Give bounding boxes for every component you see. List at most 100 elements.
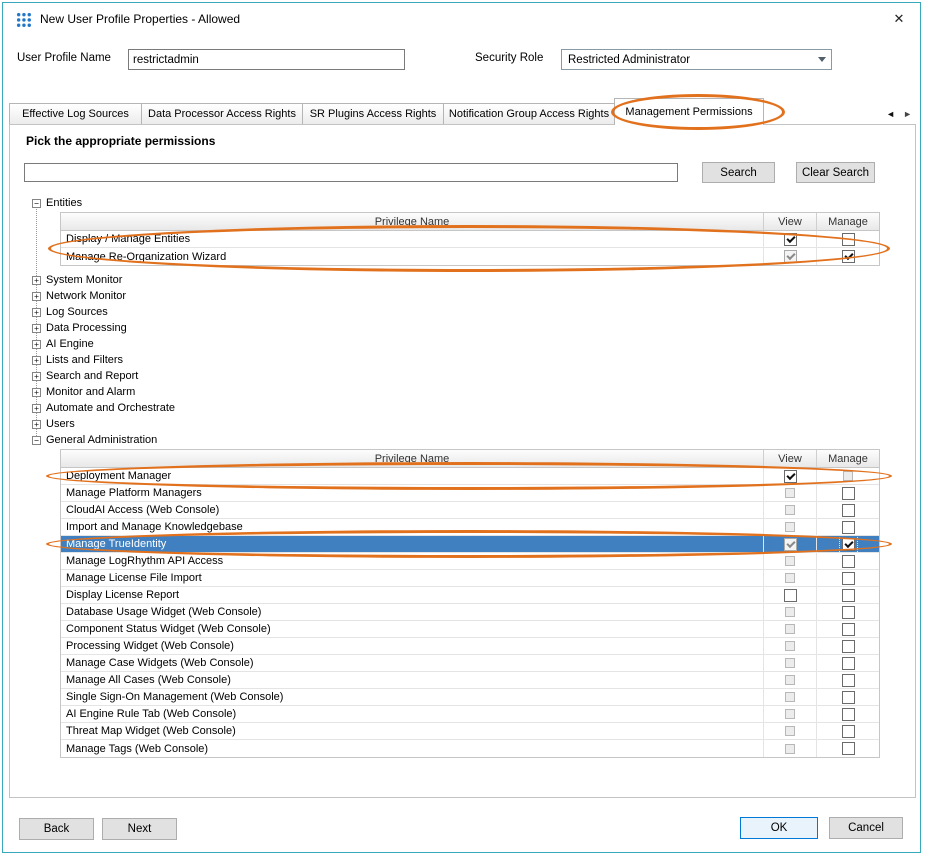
expand-icon[interactable]: +	[32, 420, 41, 429]
view-cell	[763, 231, 816, 247]
view-checkbox-disabled	[785, 658, 795, 668]
tab-scroll: ◄ ►	[886, 103, 916, 124]
privilege-row[interactable]: Display / Manage Entities	[61, 231, 879, 248]
user-profile-name-input[interactable]	[128, 49, 405, 70]
privilege-row[interactable]: Manage License File Import	[61, 570, 879, 587]
manage-checkbox-unchecked[interactable]	[842, 606, 855, 619]
tree-node-entities[interactable]: −Entities	[26, 195, 902, 211]
manage-checkbox-unchecked[interactable]	[842, 623, 855, 636]
expand-icon[interactable]: +	[32, 388, 41, 397]
manage-checkbox-unchecked[interactable]	[842, 504, 855, 517]
tree-node-log-sources[interactable]: + Log Sources	[26, 304, 902, 320]
collapse-icon[interactable]: −	[32, 199, 41, 208]
tree-node-users[interactable]: +Users	[26, 416, 902, 432]
privilege-row[interactable]: Manage LogRhythm API Access	[61, 553, 879, 570]
privilege-table-header: Privilege NameViewManage	[61, 450, 879, 468]
privilege-row[interactable]: CloudAI Access (Web Console)	[61, 502, 879, 519]
privilege-name: Manage All Cases (Web Console)	[61, 672, 763, 688]
view-checkbox-checked[interactable]	[784, 470, 797, 483]
manage-checkbox-unchecked[interactable]	[842, 555, 855, 568]
tree-node-system-monitor[interactable]: +System Monitor	[26, 272, 902, 288]
tab-sr-plugins-access-rights[interactable]: SR Plugins Access Rights	[302, 103, 444, 124]
tab-scroll-left-icon[interactable]: ◄	[886, 109, 895, 119]
tab-management-permissions[interactable]: Management Permissions	[614, 98, 764, 125]
manage-checkbox-checked[interactable]	[842, 250, 855, 263]
tab-data-processor-access-rights[interactable]: Data Processor Access Rights	[141, 103, 303, 124]
privilege-row[interactable]: Manage TrueIdentity	[61, 536, 879, 553]
manage-checkbox-checked-focus[interactable]	[842, 538, 855, 551]
view-checkbox-disabled	[785, 522, 795, 532]
privilege-row[interactable]: Component Status Widget (Web Console)	[61, 621, 879, 638]
manage-cell	[816, 570, 879, 586]
view-checkbox-checked-disabled	[784, 250, 797, 263]
manage-checkbox-unchecked[interactable]	[842, 708, 855, 721]
privilege-row[interactable]: Manage Tags (Web Console)	[61, 740, 879, 757]
privilege-row[interactable]: Manage Platform Managers	[61, 485, 879, 502]
tab-scroll-right-icon[interactable]: ►	[903, 109, 912, 119]
expand-icon[interactable]: +	[32, 356, 41, 365]
expand-icon[interactable]: +	[32, 276, 41, 285]
tree-node-monitor-and-alarm[interactable]: + Monitor and Alarm	[26, 384, 902, 400]
tree-node-automate-and-orchestrate[interactable]: +Automate and Orchestrate	[26, 400, 902, 416]
permission-search-input[interactable]	[24, 163, 678, 182]
privilege-row[interactable]: Manage All Cases (Web Console)	[61, 672, 879, 689]
privilege-row[interactable]: Manage Case Widgets (Web Console)	[61, 655, 879, 672]
privilege-row[interactable]: AI Engine Rule Tab (Web Console)	[61, 706, 879, 723]
privilege-row[interactable]: Display License Report	[61, 587, 879, 604]
tree-node-label: Network Monitor	[46, 290, 126, 302]
manage-checkbox-unchecked[interactable]	[842, 572, 855, 585]
privilege-row[interactable]: Single Sign-On Management (Web Console)	[61, 689, 879, 706]
manage-checkbox-unchecked[interactable]	[842, 691, 855, 704]
view-checkbox-checked[interactable]	[784, 233, 797, 246]
expand-icon[interactable]: +	[32, 404, 41, 413]
security-role-dropdown[interactable]: Restricted Administrator	[561, 49, 832, 70]
tree-node-data-processing[interactable]: +Data Processing	[26, 320, 902, 336]
manage-checkbox-unchecked[interactable]	[842, 725, 855, 738]
expand-icon[interactable]: +	[32, 308, 41, 317]
privilege-row[interactable]: Processing Widget (Web Console)	[61, 638, 879, 655]
manage-checkbox-unchecked[interactable]	[842, 521, 855, 534]
expand-icon[interactable]: +	[32, 372, 41, 381]
manage-checkbox-unchecked[interactable]	[842, 487, 855, 500]
tree-node-search-and-report[interactable]: +Search and Report	[26, 368, 902, 384]
collapse-icon[interactable]: −	[32, 436, 41, 445]
manage-checkbox-unchecked[interactable]	[842, 742, 855, 755]
manage-checkbox-unchecked[interactable]	[842, 589, 855, 602]
clear-search-button[interactable]: Clear Search	[796, 162, 875, 183]
tab-notification-group-access-rights[interactable]: Notification Group Access Rights	[443, 103, 615, 124]
privilege-row[interactable]: Database Usage Widget (Web Console)	[61, 604, 879, 621]
search-button[interactable]: Search	[702, 162, 775, 183]
back-button[interactable]: Back	[19, 818, 94, 840]
manage-cell	[816, 689, 879, 705]
privilege-row[interactable]: Deployment Manager	[61, 468, 879, 485]
view-checkbox-unchecked[interactable]	[784, 589, 797, 602]
manage-cell	[816, 519, 879, 535]
general-admin-table: Privilege NameViewManageDeployment Manag…	[60, 449, 880, 758]
expand-icon[interactable]: +	[32, 324, 41, 333]
cancel-button[interactable]: Cancel	[829, 817, 903, 839]
view-checkbox-disabled	[785, 556, 795, 566]
next-button[interactable]: Next	[102, 818, 177, 840]
expand-icon[interactable]: +	[32, 292, 41, 301]
privilege-name: Manage License File Import	[61, 570, 763, 586]
close-icon[interactable]: ✕	[884, 7, 914, 31]
tree-node-label: Log Sources	[46, 306, 108, 318]
expand-icon[interactable]: +	[32, 340, 41, 349]
privilege-row[interactable]: Manage Re-Organization Wizard	[61, 248, 879, 265]
privilege-row[interactable]: Import and Manage Knowledgebase	[61, 519, 879, 536]
tree-node-general-administration[interactable]: −General Administration	[26, 432, 902, 448]
manage-checkbox-unchecked[interactable]	[842, 640, 855, 653]
view-checkbox-disabled	[785, 726, 795, 736]
manage-checkbox-unchecked[interactable]	[842, 233, 855, 246]
view-cell	[763, 672, 816, 688]
tree-node-ai-engine[interactable]: +AI Engine	[26, 336, 902, 352]
tab-effective-log-sources[interactable]: Effective Log Sources	[9, 103, 142, 124]
manage-checkbox-unchecked[interactable]	[842, 674, 855, 687]
tree-node-network-monitor[interactable]: + Network Monitor	[26, 288, 902, 304]
manage-checkbox-unchecked[interactable]	[842, 657, 855, 670]
ok-button[interactable]: OK	[740, 817, 818, 839]
privilege-row[interactable]: Threat Map Widget (Web Console)	[61, 723, 879, 740]
tree-node-lists-and-filters[interactable]: +Lists and Filters	[26, 352, 902, 368]
tree-node-label: Monitor and Alarm	[46, 386, 135, 398]
view-cell	[763, 485, 816, 501]
